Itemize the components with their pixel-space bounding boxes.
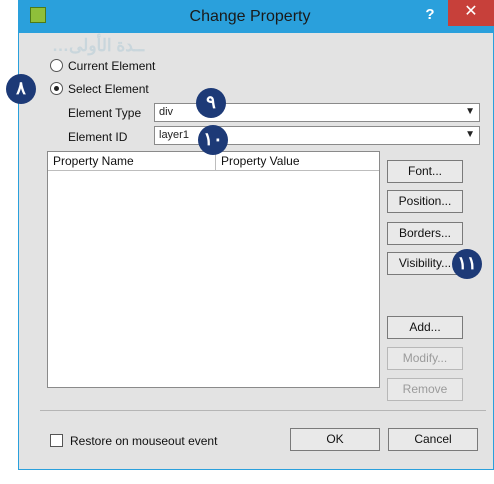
divider [40,410,486,411]
close-button[interactable]: ✕ [448,0,494,26]
chevron-down-icon[interactable]: ▼ [465,129,475,140]
callout-badge-element-id: ١٠ [198,125,228,155]
select-element-radio[interactable] [50,82,63,95]
callout-badge-scope: ٨ [6,74,36,104]
current-element-radio[interactable] [50,59,63,72]
element-type-value: div [159,106,174,118]
callout-badge-element-type: ٩ [196,88,226,118]
background-text: …ــدة الأولى [52,36,145,55]
restore-label[interactable]: Restore on mouseout event [70,434,217,448]
property-list[interactable]: Property Name Property Value [47,151,380,388]
current-element-label[interactable]: Current Element [68,59,155,73]
column-header-property-value[interactable]: Property Value [216,152,379,171]
help-button[interactable]: ? [420,4,440,26]
add-button[interactable]: Add... [387,316,463,339]
remove-button[interactable]: Remove [387,378,463,401]
close-icon: ✕ [464,3,478,20]
chevron-down-icon[interactable]: ▼ [465,106,475,117]
cancel-button[interactable]: Cancel [388,428,478,451]
select-element-label[interactable]: Select Element [68,82,149,96]
borders-button[interactable]: Borders... [387,222,463,245]
element-type-label: Element Type [68,106,142,120]
restore-checkbox[interactable] [50,434,63,447]
ok-button[interactable]: OK [290,428,380,451]
callout-badge-visibility: ١١ [452,249,482,279]
column-header-property-name[interactable]: Property Name [48,152,216,171]
position-button[interactable]: Position... [387,190,463,213]
app-icon [30,7,46,23]
element-id-label: Element ID [68,130,128,144]
modify-button[interactable]: Modify... [387,347,463,370]
element-id-value: layer1 [159,129,189,141]
dialog-title: Change Property [189,8,311,25]
font-button[interactable]: Font... [387,160,463,183]
